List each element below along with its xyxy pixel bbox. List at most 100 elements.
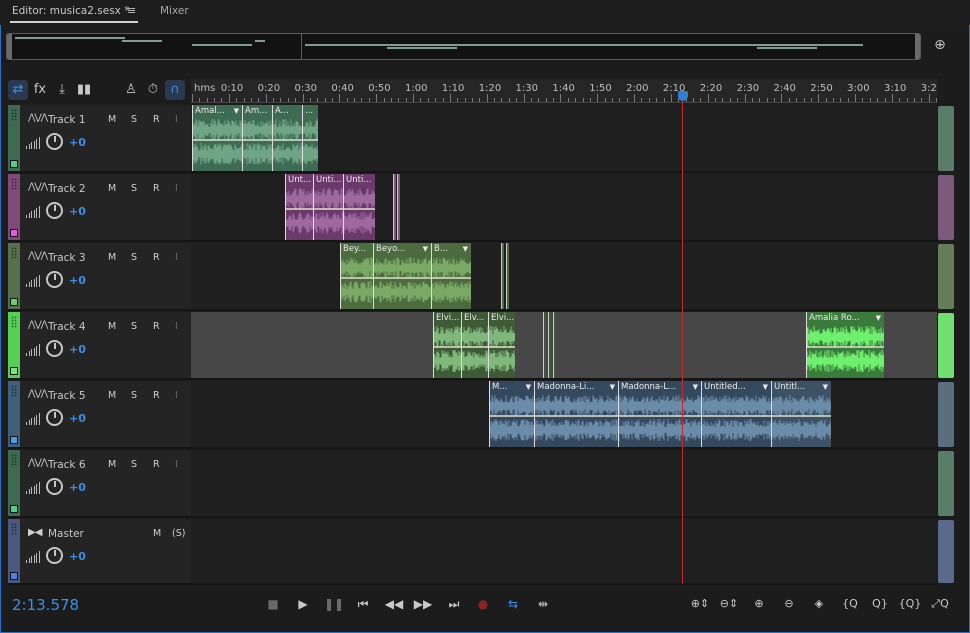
tab-mixer[interactable]: Mixer	[160, 5, 189, 17]
send-icon[interactable]: ⤓	[52, 80, 72, 100]
track-name[interactable]: Track 1	[48, 114, 86, 126]
record-arm-button[interactable]: R	[153, 321, 160, 332]
drag-grip-icon[interactable]	[11, 178, 17, 190]
volume-knob[interactable]	[46, 271, 63, 288]
mute-button[interactable]: M	[153, 528, 161, 539]
track-color-strip[interactable]	[8, 519, 20, 583]
audio-clip[interactable]: M... ▼	[489, 381, 534, 447]
effects-fx-icon[interactable]: fx	[30, 80, 50, 100]
eq-bars-icon[interactable]: ▮▮	[74, 80, 94, 100]
volume-value[interactable]: +0	[69, 550, 86, 563]
audio-clip[interactable]: Elv...	[461, 312, 488, 378]
overview-left-handle[interactable]	[7, 34, 12, 59]
clip-volume-line[interactable]	[619, 415, 701, 417]
track-color-strip[interactable]	[8, 450, 20, 516]
clip-volume-line[interactable]	[807, 346, 884, 348]
panel-menu-icon[interactable]: ≡	[127, 4, 136, 17]
clip-sliver[interactable]	[543, 312, 546, 378]
audio-clip[interactable]: Elvi...	[488, 312, 515, 378]
audio-clip[interactable]: Beyo... ▼	[373, 243, 431, 309]
clip-volume-line[interactable]	[772, 415, 831, 417]
audio-clip[interactable]: Unti...	[313, 174, 343, 240]
clip-volume-line[interactable]	[432, 277, 471, 279]
clip-volume-line[interactable]	[314, 208, 343, 210]
mute-button[interactable]: M	[108, 252, 116, 263]
clip-volume-line[interactable]	[193, 139, 242, 141]
drag-grip-icon[interactable]	[11, 247, 17, 259]
solo-button[interactable]: S	[131, 183, 137, 194]
track-color-swatch[interactable]	[10, 229, 18, 237]
audio-clip[interactable]: Am...	[242, 105, 272, 171]
record-icon[interactable]: ●	[472, 594, 494, 614]
record-arm-button[interactable]: R	[153, 114, 160, 125]
input-monitor-button[interactable]: I	[175, 459, 178, 470]
track-color-swatch[interactable]	[10, 436, 18, 444]
track-color-swatch[interactable]	[10, 367, 18, 375]
mute-button[interactable]: M	[108, 114, 116, 125]
audio-clip[interactable]: ...	[302, 105, 318, 171]
zoom-out-amplitude-icon[interactable]: ⊖⇕	[717, 594, 741, 614]
zoom-in-amplitude-icon[interactable]: ⊕⇕	[688, 594, 712, 614]
input-monitor-button[interactable]: I	[175, 252, 178, 263]
track-name[interactable]: Track 3	[48, 252, 86, 264]
volume-knob[interactable]	[46, 478, 63, 495]
clip-menu-chevron-icon[interactable]: ▼	[234, 107, 239, 115]
record-arm-button[interactable]: R	[153, 459, 160, 470]
track-lane-6[interactable]	[191, 519, 937, 585]
clip-volume-line[interactable]	[303, 139, 318, 141]
clip-sliver[interactable]	[506, 243, 509, 309]
clip-volume-line[interactable]	[344, 208, 375, 210]
audio-clip[interactable]: A...	[272, 105, 302, 171]
track-color-strip[interactable]	[8, 312, 20, 378]
clip-menu-chevron-icon[interactable]: ▼	[693, 383, 698, 391]
input-monitor-button[interactable]: I	[175, 321, 178, 332]
track-color-strip[interactable]	[8, 105, 20, 171]
clip-volume-line[interactable]	[434, 346, 461, 348]
audio-clip[interactable]: Unti...	[343, 174, 375, 240]
track-color-swatch[interactable]	[10, 298, 18, 306]
clip-menu-chevron-icon[interactable]: ▼	[823, 383, 828, 391]
zoom-navigator-icon[interactable]: ⊕	[930, 37, 950, 57]
go-to-end-icon[interactable]: ⏭	[443, 594, 465, 614]
clip-volume-line[interactable]	[374, 277, 431, 279]
zoom-in-right-icon[interactable]: Q}	[868, 594, 892, 614]
overview-right-handle[interactable]	[915, 34, 920, 59]
solo-button[interactable]: S	[131, 252, 137, 263]
volume-value[interactable]: +0	[69, 343, 86, 356]
volume-value[interactable]: +0	[69, 274, 86, 287]
zoom-in-left-icon[interactable]: {Q	[838, 594, 862, 614]
session-overview[interactable]	[6, 33, 921, 60]
track-name[interactable]: Track 6	[48, 459, 86, 471]
clip-menu-chevron-icon[interactable]: ▼	[610, 383, 615, 391]
track-name[interactable]: Track 4	[48, 321, 86, 333]
input-monitor-button[interactable]: I	[175, 114, 178, 125]
audio-clip[interactable]: Madonna-Li... ▼	[534, 381, 618, 447]
solo-button[interactable]: (S)	[172, 528, 185, 539]
volume-value[interactable]: +0	[69, 136, 86, 149]
clip-volume-line[interactable]	[702, 415, 771, 417]
clip-volume-line[interactable]	[341, 277, 373, 279]
volume-knob[interactable]	[46, 409, 63, 426]
clip-sliver[interactable]	[397, 174, 400, 240]
drag-grip-icon[interactable]	[11, 109, 17, 121]
track-color-swatch[interactable]	[10, 505, 18, 513]
record-arm-button[interactable]: R	[153, 252, 160, 263]
audio-clip[interactable]: Untitl... ▼	[771, 381, 831, 447]
mute-button[interactable]: M	[108, 459, 116, 470]
clip-volume-line[interactable]	[489, 346, 515, 348]
track-color-swatch[interactable]	[10, 160, 18, 168]
input-monitor-button[interactable]: I	[175, 390, 178, 401]
audio-clip[interactable]: Amalia Ro... ▼	[806, 312, 884, 378]
drag-grip-icon[interactable]	[11, 523, 17, 535]
record-arm-button[interactable]: R	[153, 183, 160, 194]
loop-icon[interactable]: ⇆	[502, 594, 524, 614]
audio-clip[interactable]: Bey...	[340, 243, 373, 309]
clip-sliver[interactable]	[501, 243, 504, 309]
drag-grip-icon[interactable]	[11, 316, 17, 328]
zoom-to-selection-icon[interactable]: ◈	[807, 594, 831, 614]
clip-sliver[interactable]	[548, 312, 551, 378]
audio-clip[interactable]: Elvi...	[433, 312, 461, 378]
mute-button[interactable]: M	[108, 321, 116, 332]
timer-icon[interactable]: ⏱	[143, 80, 163, 100]
clip-volume-line[interactable]	[535, 415, 618, 417]
